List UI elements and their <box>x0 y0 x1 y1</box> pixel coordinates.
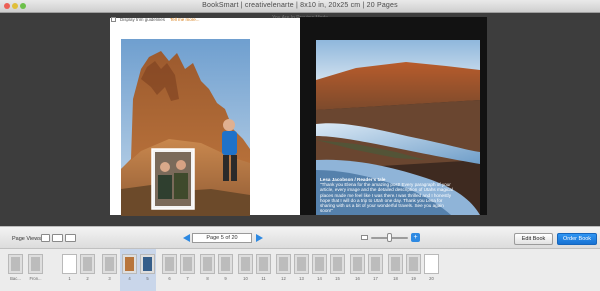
utah-rock-formation-image <box>121 39 250 216</box>
thumb-page <box>162 254 177 274</box>
thumb-page <box>102 254 117 274</box>
thumb-page <box>368 254 383 274</box>
thumb-page <box>294 254 309 274</box>
zoom-slider-knob[interactable] <box>387 233 392 242</box>
thumb-page-content <box>203 257 212 271</box>
thumb-label: 18 <box>393 276 398 281</box>
order-book-button[interactable]: Order Book <box>557 233 597 245</box>
thumb-page <box>122 254 137 274</box>
page-views-label: Page Views <box>12 236 41 242</box>
thumb-page-content <box>241 257 250 271</box>
trim-guidelines-label: Display trim guidelines <box>120 17 166 22</box>
thumb-page <box>238 254 253 274</box>
zoom-out-icon[interactable] <box>361 235 368 240</box>
thumb-page <box>312 254 327 274</box>
thumb-page-content <box>297 257 306 271</box>
zoom-in-icon[interactable]: + <box>411 233 420 242</box>
thumb-page-content <box>83 257 92 271</box>
single-page-view-icon[interactable] <box>41 234 50 242</box>
thumb-page-content <box>391 257 400 271</box>
thumb-page <box>256 254 271 274</box>
thumb-page-content <box>11 257 20 271</box>
thumb-page <box>200 254 215 274</box>
page-filmstrip: Bac... Fron... 1 2 3 4 5 6 7 8 9 10 11 12 13 14 15 16 17 18… <box>0 249 600 291</box>
thumb-page <box>140 254 155 274</box>
thumb-page <box>330 254 345 274</box>
thumb-page-content <box>105 257 114 271</box>
thumb-label: 10 <box>243 276 248 281</box>
thumb-page-content <box>165 257 174 271</box>
grid-view-icon[interactable] <box>65 234 76 242</box>
thumb-page <box>388 254 403 274</box>
thumb-page <box>218 254 233 274</box>
left-page-photo[interactable] <box>121 39 250 216</box>
thumb-page <box>180 254 195 274</box>
right-page-photo[interactable]: Lesa Jacobson / Reader's tale "Thank you… <box>316 40 480 215</box>
thumb-page <box>424 254 439 274</box>
thumb-label: 7 <box>186 276 189 281</box>
thumb-label: 11 <box>261 276 266 281</box>
thumb-page-content <box>31 257 40 271</box>
thumb-page-content <box>353 257 362 271</box>
thumb-label: 15 <box>335 276 340 281</box>
thumb-label: 17 <box>373 276 378 281</box>
thumb-page-content <box>333 257 342 271</box>
thumb-page-content <box>259 257 268 271</box>
trim-guidelines-checkbox[interactable] <box>111 17 116 22</box>
thumb-label: 19 <box>411 276 416 281</box>
thumb-label: 8 <box>206 276 209 281</box>
window-title: BookSmart | creativelenarte | 8x10 in, 2… <box>202 2 398 9</box>
caption-body: "Thank you Elena for the amazing post! E… <box>320 182 453 214</box>
thumb-page-content <box>315 257 324 271</box>
thumb-label: Bac... <box>10 276 21 281</box>
thumb-label: 5 <box>146 276 149 281</box>
thumb-label: 20 <box>429 276 434 281</box>
tell-me-more-link[interactable]: Tell me more... <box>170 17 200 22</box>
thumb-page <box>350 254 365 274</box>
thumb-page-content <box>221 257 230 271</box>
bottom-toolbar: Page Views Page 5 of 20 + Edit Book Orde… <box>0 226 600 249</box>
thumb-page <box>276 254 291 274</box>
spread-view-icon[interactable] <box>52 234 63 242</box>
thumb-label: Fron... <box>29 276 42 281</box>
thumb-label: 12 <box>281 276 286 281</box>
thumb-label: 14 <box>317 276 322 281</box>
thumb-page-content <box>143 257 152 271</box>
thumb-page-content <box>371 257 380 271</box>
thumb-page <box>406 254 421 274</box>
thumb-label: 3 <box>108 276 111 281</box>
previous-page-icon[interactable] <box>183 234 190 242</box>
thumb-label: 6 <box>168 276 171 281</box>
thumb-label: 2 <box>86 276 89 281</box>
thumb-page <box>8 254 23 274</box>
reader-caption: Lesa Jacobson / Reader's tale "Thank you… <box>320 177 455 213</box>
thumb-label: 9 <box>224 276 227 281</box>
edit-book-button[interactable]: Edit Book <box>514 233 553 245</box>
thumb-label: 13 <box>299 276 304 281</box>
thumb-page-content <box>125 257 134 271</box>
page-indicator-field[interactable]: Page 5 of 20 <box>192 233 252 243</box>
thumb-page <box>28 254 43 274</box>
thumb-label: 4 <box>128 276 131 281</box>
thumb-page-content <box>279 257 288 271</box>
thumb-page-content <box>183 257 192 271</box>
thumb-page <box>80 254 95 274</box>
thumb-page-content <box>409 257 418 271</box>
thumb-label: 1 <box>68 276 71 281</box>
next-page-icon[interactable] <box>256 234 263 242</box>
thumb-label: 16 <box>355 276 360 281</box>
thumb-page <box>62 254 77 274</box>
window-titlebar: BookSmart | creativelenarte | 8x10 in, 2… <box>0 0 600 13</box>
